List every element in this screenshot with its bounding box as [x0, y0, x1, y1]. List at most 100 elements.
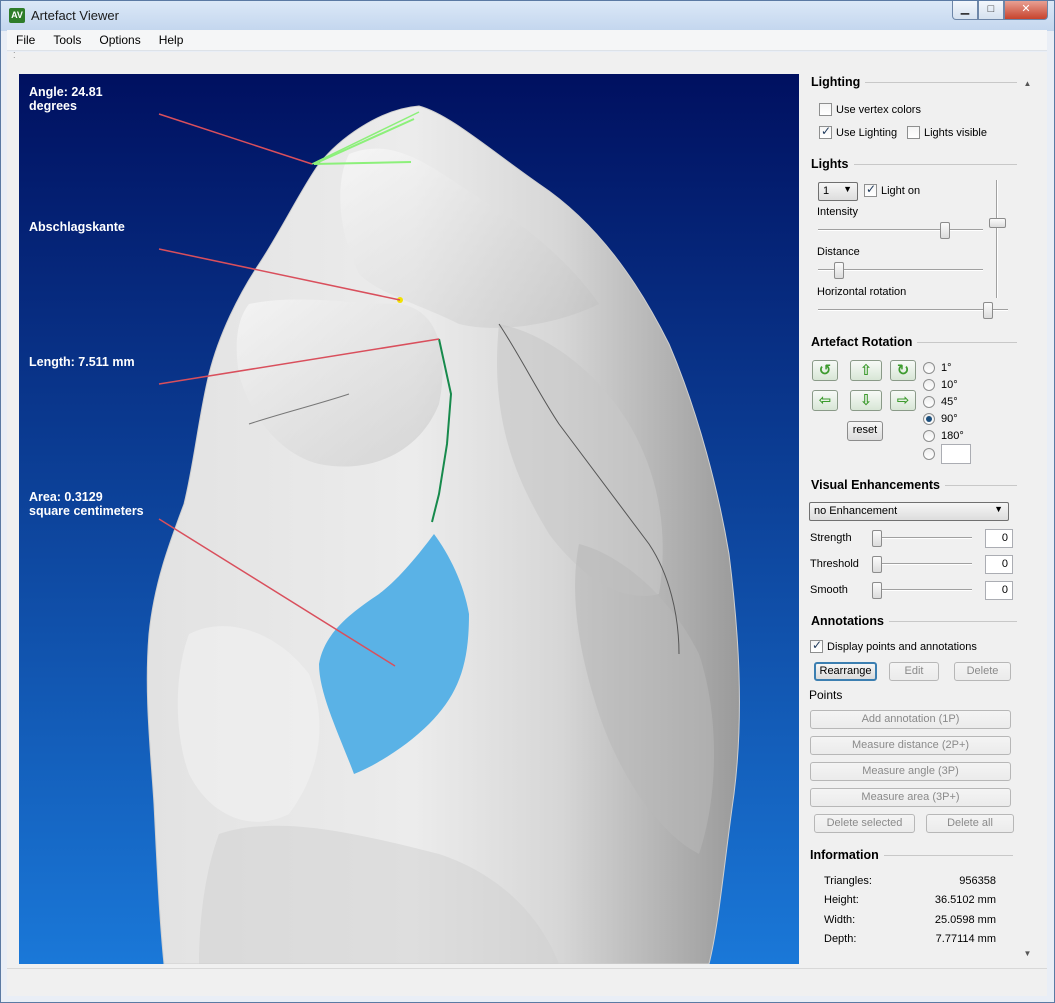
reset-rotation-button[interactable]: reset [847, 421, 883, 441]
panel-scrollbar[interactable]: ▲ ▼ [1019, 74, 1036, 964]
rotate-ccw-icon: ↺ [818, 362, 832, 379]
checkbox-icon [819, 103, 832, 116]
delete-annotation-button[interactable]: Delete [954, 662, 1011, 681]
rotate-right-button[interactable]: ⇨ [890, 390, 916, 411]
rotate-down-button[interactable]: ⇩ [850, 390, 882, 411]
depth-value: 7.77114 mm [935, 933, 996, 945]
strength-slider[interactable] [872, 530, 972, 547]
height-label: Height: [824, 894, 859, 906]
threshold-slider[interactable] [872, 556, 972, 573]
threshold-input[interactable]: 0 [985, 555, 1013, 574]
add-annotation-button[interactable]: Add annotation (1P) [810, 710, 1011, 729]
menu-bar: File Tools Options Help [7, 30, 1047, 51]
light-select[interactable]: 1 ▼ [818, 182, 858, 201]
step-radio-10[interactable]: 10° [923, 379, 958, 391]
rotate-left-button[interactable]: ⇦ [812, 390, 838, 411]
area-annotation[interactable]: Area: 0.3129 square centimeters [29, 490, 144, 518]
width-label: Width: [824, 914, 856, 926]
artefact-render[interactable] [19, 74, 799, 964]
smooth-slider[interactable] [872, 582, 972, 599]
use-vertex-colors-checkbox[interactable]: Use vertex colors [819, 103, 921, 116]
visual-enhancements-title: Visual Enhancements [811, 478, 945, 492]
checkbox-checked-icon [819, 124, 832, 139]
step-label-1: 1° [941, 362, 952, 374]
maximize-button[interactable]: □ [978, 1, 1004, 20]
toolbar-grip: ⁚ [7, 52, 1047, 62]
smooth-input[interactable]: 0 [985, 581, 1013, 600]
step-label-45: 45° [941, 396, 958, 408]
checkbox-checked-icon [810, 638, 823, 653]
step-radio-45[interactable]: 45° [923, 396, 958, 408]
display-annotations-checkbox[interactable]: Display points and annotations [810, 638, 977, 653]
edge-annotation[interactable]: Abschlagskante [29, 220, 125, 234]
radio-icon [923, 396, 935, 408]
step-radio-custom[interactable] [923, 448, 935, 460]
menu-tools[interactable]: Tools [44, 30, 90, 50]
chevron-down-icon: ▼ [843, 184, 852, 194]
information-title: Information [810, 848, 884, 862]
angle-annotation[interactable]: Angle: 24.81 degrees [29, 85, 103, 113]
triangles-value: 956358 [959, 875, 996, 887]
radio-icon [923, 379, 935, 391]
vertical-rotation-slider[interactable] [989, 180, 1006, 298]
horizontal-rotation-slider-thumb[interactable] [983, 302, 993, 319]
status-bar [7, 968, 1047, 996]
step-radio-1[interactable]: 1° [923, 362, 952, 374]
menu-options[interactable]: Options [90, 30, 149, 50]
checkbox-checked-icon [864, 182, 877, 197]
radio-icon [923, 430, 935, 442]
threshold-slider-thumb[interactable] [872, 556, 882, 573]
horizontal-rotation-label: Horizontal rotation [817, 286, 907, 298]
measure-area-button[interactable]: Measure area (3P+) [810, 788, 1011, 807]
lights-visible-checkbox[interactable]: Lights visible [907, 126, 987, 139]
lighting-title: Lighting [811, 75, 866, 89]
smooth-slider-thumb[interactable] [872, 582, 882, 599]
measure-angle-button[interactable]: Measure angle (3P) [810, 762, 1011, 781]
radio-icon [923, 448, 935, 460]
rotate-cw-icon: ↻ [896, 362, 910, 379]
rotate-up-button[interactable]: ⇧ [850, 360, 882, 381]
enhancement-mode-select[interactable]: no Enhancement ▼ [809, 502, 1009, 521]
lights-title: Lights [811, 157, 854, 171]
length-annotation[interactable]: Length: 7.511 mm [29, 355, 135, 369]
menu-file[interactable]: File [7, 30, 44, 50]
arrow-right-icon: ⇨ [896, 392, 910, 409]
rotate-ccw-button[interactable]: ↺ [812, 360, 838, 381]
custom-step-input[interactable] [941, 444, 971, 464]
radio-selected-icon [923, 413, 935, 425]
3d-viewport[interactable]: Angle: 24.81 degrees Abschlagskante Leng… [19, 74, 799, 964]
checkbox-icon [907, 126, 920, 139]
title-bar: AV Artefact Viewer ▁ □ ✕ [1, 1, 1054, 31]
rearrange-button[interactable]: Rearrange [814, 662, 877, 681]
delete-all-button[interactable]: Delete all [926, 814, 1014, 833]
artefact-rotation-title: Artefact Rotation [811, 335, 918, 349]
distance-slider-thumb[interactable] [834, 262, 844, 279]
use-lighting-checkbox[interactable]: Use Lighting [819, 124, 897, 139]
intensity-slider-thumb[interactable] [940, 222, 950, 239]
horizontal-rotation-slider[interactable] [818, 302, 1008, 319]
step-radio-90[interactable]: 90° [923, 413, 958, 425]
edit-annotation-button[interactable]: Edit [889, 662, 939, 681]
strength-slider-thumb[interactable] [872, 530, 882, 547]
strength-input[interactable]: 0 [985, 529, 1013, 548]
vertical-rotation-slider-thumb[interactable] [989, 218, 1006, 228]
measure-distance-button[interactable]: Measure distance (2P+) [810, 736, 1011, 755]
light-on-checkbox[interactable]: Light on [864, 182, 920, 197]
window-title: Artefact Viewer [31, 8, 119, 23]
minimize-button[interactable]: ▁ [952, 1, 978, 20]
intensity-slider[interactable] [818, 222, 983, 239]
enhancement-mode-value: no Enhancement [814, 505, 898, 517]
distance-label: Distance [817, 246, 860, 258]
scroll-down-icon[interactable]: ▼ [1019, 946, 1036, 962]
rotate-cw-button[interactable]: ↻ [890, 360, 916, 381]
step-radio-180[interactable]: 180° [923, 430, 964, 442]
scroll-up-icon[interactable]: ▲ [1019, 76, 1036, 92]
use-vertex-colors-label: Use vertex colors [836, 103, 921, 116]
close-button[interactable]: ✕ [1004, 1, 1048, 20]
delete-selected-button[interactable]: Delete selected [814, 814, 915, 833]
lights-visible-label: Lights visible [924, 126, 987, 139]
step-label-10: 10° [941, 379, 958, 391]
smooth-label: Smooth [810, 584, 848, 596]
menu-help[interactable]: Help [150, 30, 193, 50]
distance-slider[interactable] [818, 262, 983, 279]
